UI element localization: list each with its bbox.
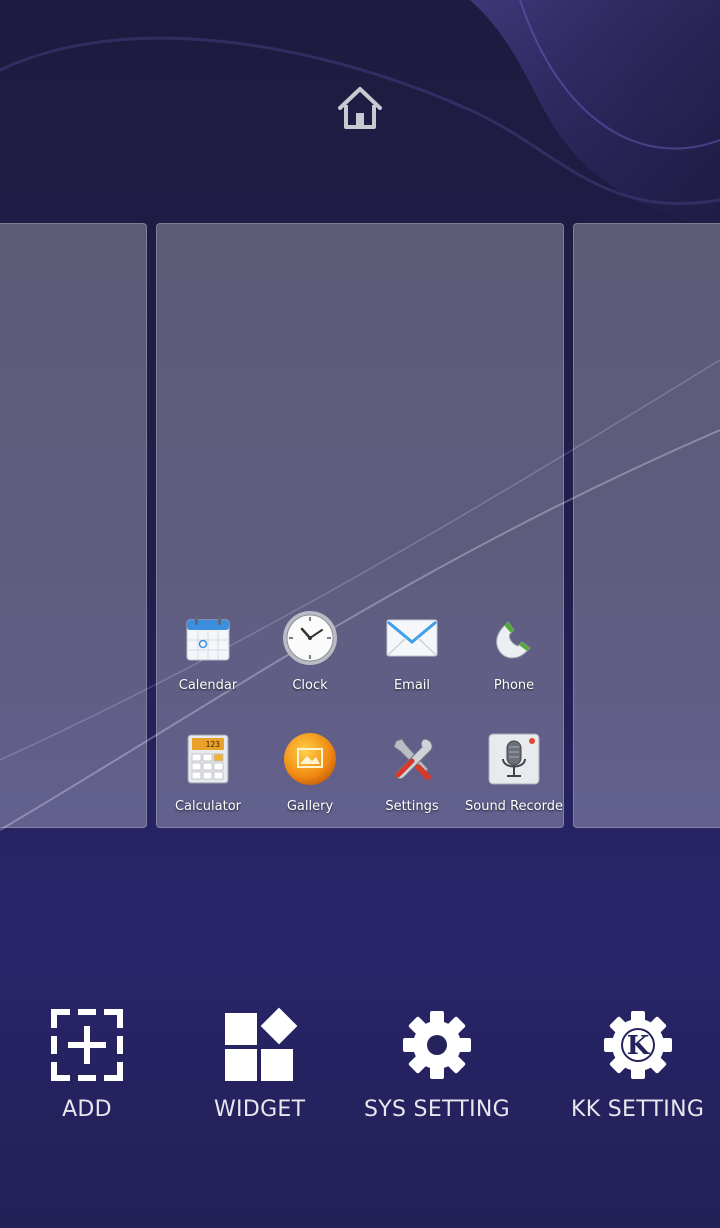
edit-actions-bar: ADD WIDGET SYS SETTING K KK SETTING (0, 1005, 720, 1135)
email-icon (386, 619, 438, 657)
calendar-icon (186, 616, 230, 661)
sys-setting-button[interactable]: SYS SETTING (364, 1005, 510, 1122)
kk-setting-button[interactable]: K KK SETTING (571, 1005, 704, 1122)
settings-icon (393, 738, 433, 780)
homescreen-panel-center[interactable]: Calendar Clock Email Phone 123 Calculato… (156, 223, 564, 828)
calculator-icon: 123 (187, 734, 229, 784)
app-gallery[interactable]: Gallery (259, 725, 361, 827)
widget-label: WIDGET (214, 1097, 306, 1122)
app-label: Calculator (174, 799, 241, 814)
home-button[interactable] (330, 80, 390, 136)
app-phone[interactable]: Phone (463, 604, 563, 725)
kk-setting-icon: K (603, 1011, 672, 1079)
add-icon (51, 1009, 123, 1081)
homescreen-panel-left[interactable] (0, 223, 147, 828)
home-icon (338, 87, 382, 129)
add-label: ADD (62, 1097, 112, 1122)
homescreen-panel-right[interactable] (573, 223, 720, 828)
app-label: Clock (292, 678, 328, 693)
app-calendar[interactable]: Calendar (157, 604, 259, 725)
app-grid: Calendar Clock Email Phone 123 Calculato… (157, 604, 563, 827)
app-label: Sound Recorde (465, 799, 563, 814)
app-settings[interactable]: Settings (361, 725, 463, 827)
calculator-display: 123 (206, 740, 221, 749)
sound-recorder-icon (488, 733, 540, 785)
app-sound-recorder[interactable]: Sound Recorde (463, 725, 563, 827)
app-label: Phone (493, 678, 535, 693)
app-label: Gallery (286, 799, 334, 814)
app-clock[interactable]: Clock (259, 604, 361, 725)
sys-setting-label: SYS SETTING (364, 1097, 511, 1122)
sys-setting-icon (403, 1011, 471, 1079)
phone-icon (496, 621, 531, 659)
clock-icon (283, 611, 337, 665)
app-label: Email (393, 678, 431, 693)
gallery-icon (284, 733, 336, 785)
kk-badge-letter: K (626, 1031, 650, 1061)
widget-button[interactable]: WIDGET (214, 1005, 305, 1122)
widget-icon (224, 1007, 298, 1081)
add-button[interactable]: ADD (47, 1005, 127, 1122)
app-label: Calendar (178, 678, 238, 693)
app-email[interactable]: Email (361, 604, 463, 725)
app-calculator[interactable]: 123 Calculator (157, 725, 259, 827)
app-label: Settings (385, 799, 439, 814)
kk-setting-label: KK SETTING (571, 1097, 705, 1122)
